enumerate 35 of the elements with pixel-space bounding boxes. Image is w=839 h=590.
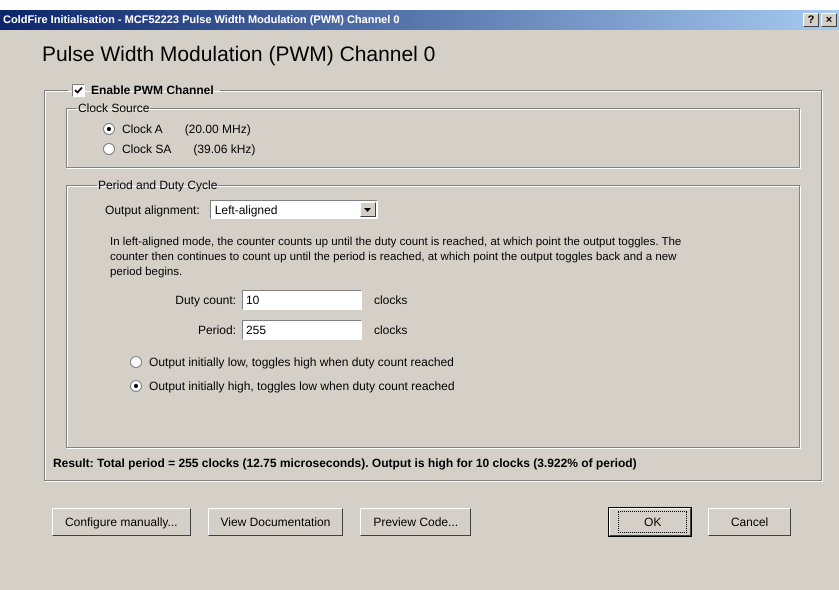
dialog-button[interactable]: Preview Code...	[360, 508, 472, 536]
field-label: Duty count:	[174, 293, 237, 307]
dialog-button[interactable]: Cancel	[708, 508, 791, 536]
radio-label: Clock SA	[122, 142, 172, 156]
group-title: Clock Source	[77, 101, 150, 115]
unit-label: clocks	[374, 293, 408, 307]
radio-label: Clock A	[122, 122, 163, 136]
field-label: Output alignment:	[105, 202, 200, 216]
dropdown-arrow-icon	[364, 208, 372, 212]
radio-label: Output initially low, toggles high when duty count reached	[149, 355, 454, 369]
input-field[interactable]: 10	[242, 290, 362, 310]
check-icon	[74, 86, 83, 94]
alignment-dropdown[interactable]: Left-aligned	[210, 200, 378, 219]
dialog-button[interactable]: View Documentation	[208, 508, 344, 536]
frequency-label: (20.00 MHz)	[184, 122, 251, 136]
input-field[interactable]: 255	[242, 320, 362, 340]
page-heading: Pulse Width Modulation (PWM) Channel 0	[42, 43, 436, 67]
field-label: Period:	[196, 323, 237, 337]
radio-button[interactable]	[103, 143, 115, 155]
frequency-label: (39.06 kHz)	[193, 142, 256, 156]
group-title: Period and Duty Cycle	[97, 178, 218, 192]
close-button[interactable]: ×	[821, 13, 837, 27]
radio-label: Output initially high, toggles low when duty count reached	[149, 379, 455, 393]
window-title: ColdFire Initialisation - MCF52223 Pulse Width Modulation (PWM) Channel 0	[3, 14, 401, 26]
dialog-button[interactable]: Configure manually...	[52, 508, 190, 536]
checkbox[interactable]	[72, 84, 85, 96]
radio-button[interactable]	[103, 123, 115, 135]
help-button[interactable]: ?	[803, 13, 819, 27]
result-text: Result: Total period = 255 clocks (12.75 microseconds). Output is high for 10 clocks (3.922% of period)	[53, 456, 638, 470]
dialog-button[interactable]: OK	[609, 508, 691, 536]
unit-label: clocks	[374, 323, 408, 337]
radio-button[interactable]	[130, 380, 142, 392]
checkbox-label: Enable PWM Channel	[91, 83, 214, 97]
description-text: In left-aligned mode, the counter counts up until the duty count is reached, at which point the output toggles. The counter then continues to count up until the period is reached, at which point the output toggles back and a new period begins.	[110, 235, 682, 280]
radio-button[interactable]	[130, 356, 142, 368]
